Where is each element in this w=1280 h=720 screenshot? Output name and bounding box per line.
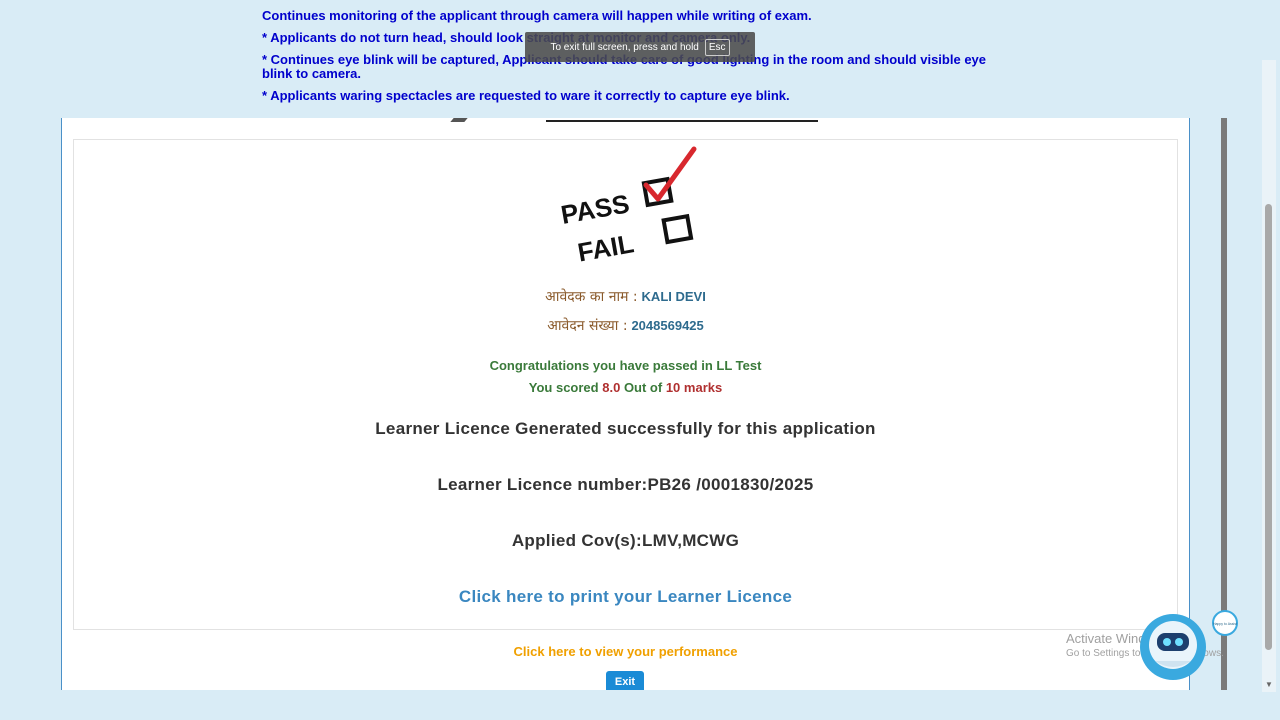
applicant-name-value: KALI DEVI [641, 289, 706, 304]
result-panel: PASS FAIL आवेदक का नाम : KALI DEVI आवेदन… [61, 118, 1190, 690]
bot-bubble-text: Happy to Assist [1213, 622, 1237, 626]
title-underline [546, 120, 818, 122]
page-scrollbar[interactable]: ▼ [1262, 60, 1276, 692]
applied-cov: Applied Cov(s):LMV,MCWG [511, 531, 740, 550]
applicant-name-label: आवेदक का नाम : [545, 289, 638, 305]
score-mid: Out of [623, 380, 663, 395]
assistant-bot-icon[interactable]: Happy to Assist [1139, 607, 1239, 687]
congratulations-message: Congratulations you have passed in LL Te… [489, 358, 762, 373]
panel-scrollbar-thumb[interactable] [1221, 118, 1227, 690]
pass-fail-image: PASS FAIL [559, 146, 697, 263]
application-number-value: 2048569425 [631, 318, 704, 333]
exit-button[interactable]: Exit [606, 671, 644, 690]
panel-scrollbar[interactable] [1221, 118, 1227, 690]
applicant-name-row: आवेदक का नाम : KALI DEVI [74, 287, 1177, 306]
esc-key-hint: Esc [704, 38, 730, 56]
scroll-down-arrow-icon[interactable]: ▼ [1265, 680, 1273, 689]
result-card: PASS FAIL आवेदक का नाम : KALI DEVI आवेदन… [73, 139, 1178, 630]
application-number-row: आवेदन संख्या : 2048569425 [74, 316, 1177, 335]
application-number-label: आवेदन संख्या : [547, 318, 628, 334]
licence-number: Learner Licence number:PB26 /0001830/202… [437, 475, 814, 494]
instruction-line: Continues monitoring of the applicant th… [262, 8, 812, 23]
view-performance-link[interactable]: Click here to view your performance [62, 644, 1189, 659]
score-total: 10 marks [665, 380, 723, 395]
licence-generated-message: Learner Licence Generated successfully f… [375, 419, 876, 438]
header-decoration [450, 118, 468, 122]
toast-text: To exit full screen, press and hold [550, 41, 699, 53]
print-licence-link[interactable]: Click here to print your Learner Licence [74, 587, 1177, 607]
fullscreen-exit-toast: To exit full screen, press and hold Esc [525, 32, 755, 62]
page-scrollbar-thumb[interactable] [1265, 204, 1272, 650]
fail-label: FAIL [575, 228, 636, 263]
score-line: You scored 8.0 Out of 10 marks [74, 380, 1177, 395]
pass-label: PASS [559, 188, 632, 230]
score-prefix: You scored [528, 380, 599, 395]
fail-checkbox [661, 213, 694, 245]
instruction-line: * Applicants waring spectacles are reque… [262, 88, 790, 103]
score-value: 8.0 [602, 380, 621, 395]
